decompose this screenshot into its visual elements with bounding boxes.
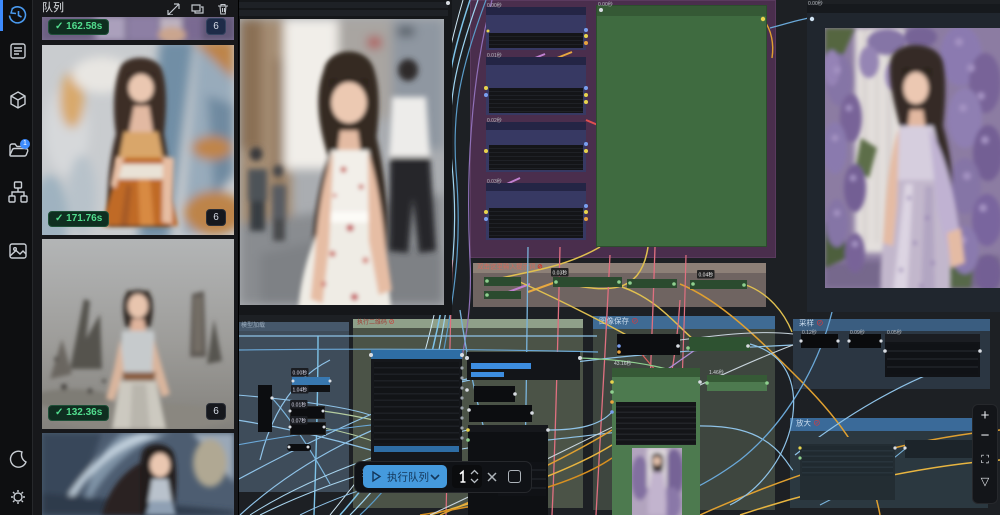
svg-text:执行队列: 执行队列 [387, 471, 429, 484]
